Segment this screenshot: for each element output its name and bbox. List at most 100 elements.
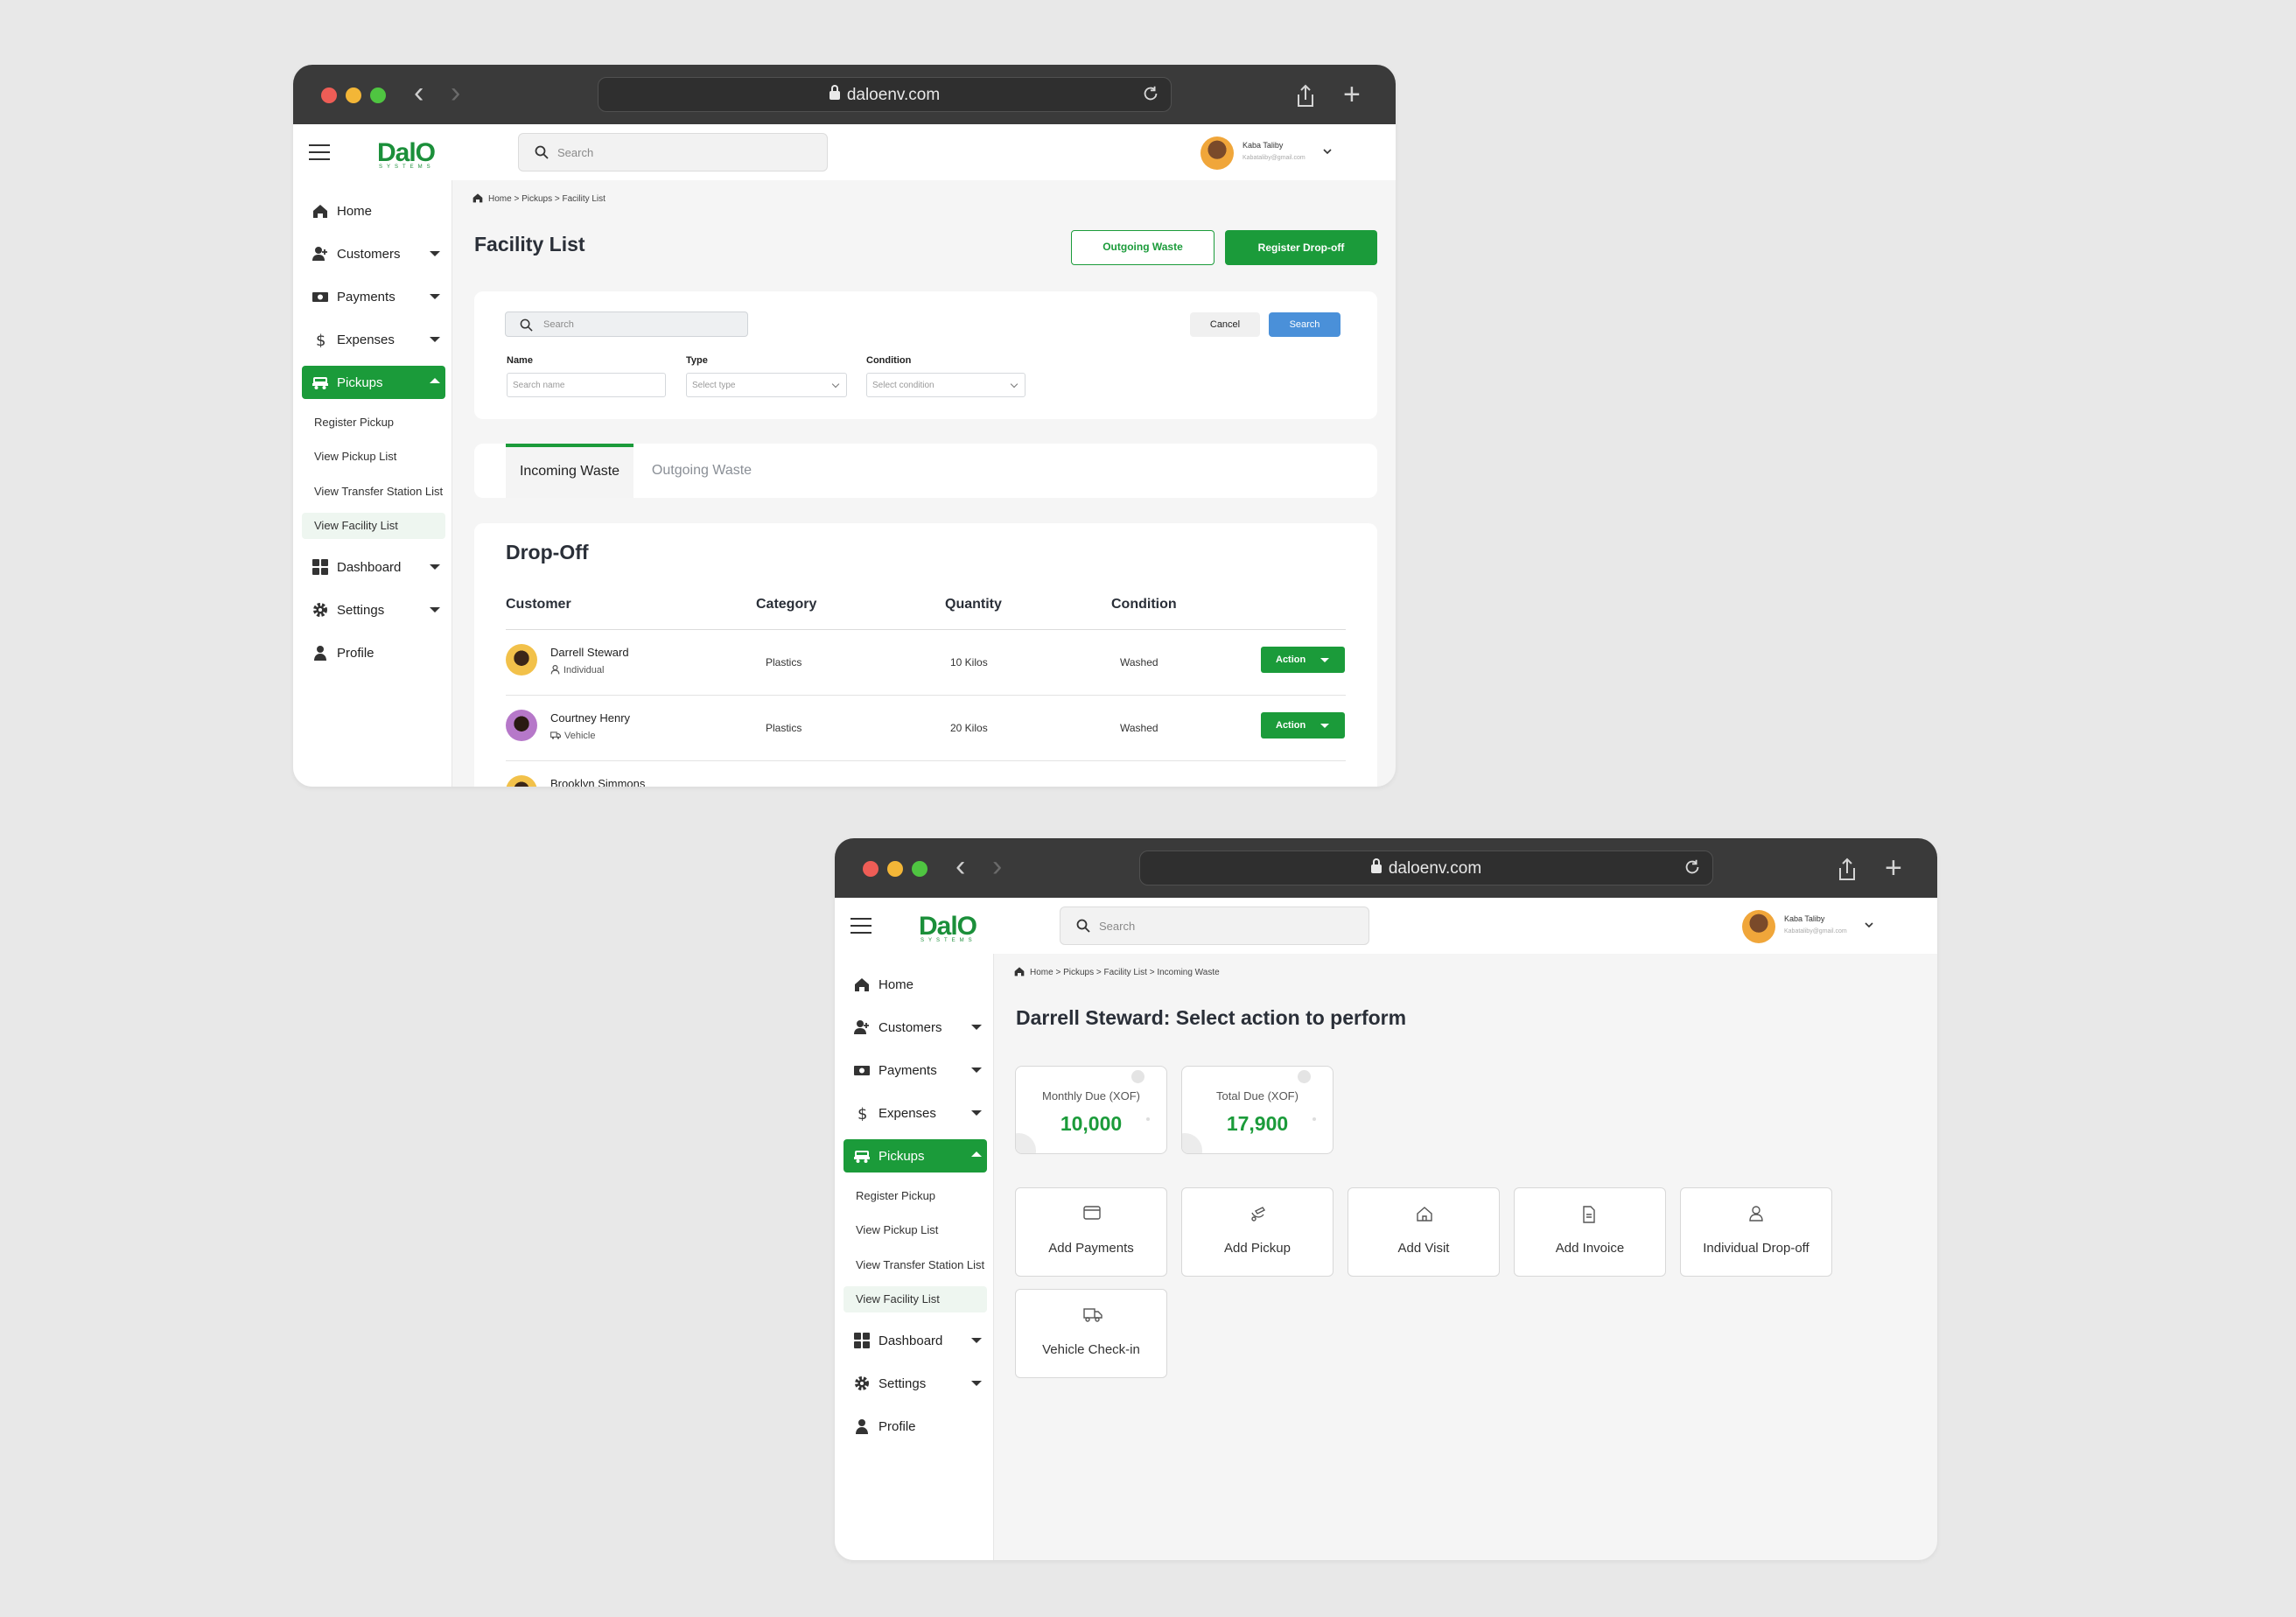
app-header: DalO SYSTEMS Search Kaba Taliby Kabatali…	[835, 898, 1937, 954]
filter-search-input[interactable]: Search	[505, 312, 748, 337]
individual-drop-off-card[interactable]: Individual Drop-off	[1680, 1187, 1832, 1277]
sidebar-item-dashboard[interactable]: Dashboard	[302, 550, 445, 584]
sidebar-item-settings[interactable]: Settings	[844, 1367, 987, 1400]
customer-type: Vehicle	[564, 731, 596, 741]
sidebar-subitem-view-pickup-list[interactable]: View Pickup List	[844, 1217, 987, 1243]
avatar[interactable]	[1742, 910, 1775, 943]
cancel-button[interactable]: Cancel	[1190, 312, 1260, 337]
condition-placeholder: Select condition	[872, 381, 934, 390]
menu-icon[interactable]	[309, 144, 330, 160]
new-tab-icon[interactable]: +	[1343, 77, 1361, 112]
category-cell: Plastics	[766, 656, 802, 668]
sidebar-item-payments[interactable]: Payments	[844, 1054, 987, 1087]
sidebar-subitem-view-pickup-list[interactable]: View Pickup List	[302, 444, 445, 470]
sidebar-item-expenses[interactable]: $ Expenses	[844, 1096, 987, 1130]
action-label: Add Pickup	[1224, 1241, 1291, 1256]
sidebar-subitem-view-transfer-station-list[interactable]: View Transfer Station List	[844, 1252, 987, 1278]
person-icon	[550, 665, 560, 675]
quantity-cell: 10 Kilos	[950, 656, 988, 668]
condition-select[interactable]: Select condition	[866, 373, 1026, 397]
sidebar-item-label: Home	[337, 204, 373, 219]
column-header-category: Category	[756, 597, 817, 612]
customer-name: Darrell Steward	[550, 646, 629, 659]
breadcrumb-text[interactable]: Home > Pickups > Facility List	[488, 194, 606, 204]
sidebar-item-label: Home	[878, 977, 914, 992]
document-icon	[1583, 1206, 1595, 1223]
menu-icon[interactable]	[850, 918, 872, 934]
sidebar-item-pickups[interactable]: Pickups	[302, 366, 445, 399]
action-label: Action	[1276, 654, 1306, 665]
back-arrow-icon[interactable]: ‹	[956, 849, 965, 884]
search-input[interactable]: Search	[1060, 906, 1369, 945]
add-pickup-card[interactable]: Add Pickup	[1181, 1187, 1334, 1277]
sidebar-item-label: Dashboard	[878, 1334, 943, 1348]
logo-subtitle: SYSTEMS	[920, 938, 976, 943]
new-tab-icon[interactable]: +	[1885, 850, 1902, 886]
reload-icon[interactable]	[1141, 84, 1160, 103]
filter-card: Search Cancel Search Name Type Condition…	[474, 291, 1377, 419]
back-arrow-icon[interactable]: ‹	[414, 75, 424, 110]
action-dropdown-button[interactable]: Action	[1261, 712, 1345, 738]
grid-icon	[854, 1333, 870, 1348]
avatar[interactable]	[1200, 136, 1234, 170]
sidebar-item-payments[interactable]: Payments	[302, 280, 445, 313]
sidebar-item-profile[interactable]: Profile	[844, 1410, 987, 1443]
sidebar-item-settings[interactable]: Settings	[302, 593, 445, 626]
name-field[interactable]: Search name	[507, 373, 666, 397]
action-dropdown-button[interactable]: Action	[1261, 647, 1345, 673]
forward-arrow-icon[interactable]: ›	[992, 849, 1002, 884]
sidebar-item-home[interactable]: Home	[844, 968, 987, 1001]
address-bar[interactable]: daloenv.com	[1139, 850, 1713, 886]
sidebar-item-label: Expenses	[337, 332, 395, 347]
sidebar-item-customers[interactable]: Customers	[302, 237, 445, 270]
add-visit-card[interactable]: Add Visit	[1348, 1187, 1500, 1277]
maximize-window-button[interactable]	[912, 861, 928, 877]
page-title: Darrell Steward: Select action to perfor…	[1016, 1006, 1407, 1029]
sidebar-subitem-register-pickup[interactable]: Register Pickup	[844, 1183, 987, 1209]
sidebar-item-customers[interactable]: Customers	[844, 1011, 987, 1044]
sidebar: Home Customers Payments $ Expenses Picku…	[835, 954, 994, 1560]
sidebar-item-pickups[interactable]: Pickups	[844, 1139, 987, 1172]
search-placeholder: Search	[557, 146, 594, 159]
user-add-icon	[312, 247, 327, 261]
user-email: Kabataliby@gmail.com	[1784, 928, 1847, 934]
share-icon[interactable]	[1295, 84, 1316, 108]
chevron-down-icon[interactable]	[1321, 145, 1334, 158]
sidebar-item-home[interactable]: Home	[302, 194, 445, 228]
register-drop-off-button[interactable]: Register Drop-off	[1225, 230, 1377, 265]
sidebar-item-label: Dashboard	[337, 560, 402, 575]
outgoing-waste-button[interactable]: Outgoing Waste	[1071, 230, 1214, 265]
condition-cell: Washed	[1120, 656, 1158, 668]
close-window-button[interactable]	[321, 88, 337, 103]
sidebar-item-expenses[interactable]: $ Expenses	[302, 323, 445, 356]
minimize-window-button[interactable]	[887, 861, 903, 877]
maximize-window-button[interactable]	[370, 88, 386, 103]
type-select[interactable]: Select type	[686, 373, 847, 397]
chevron-down-icon[interactable]	[1863, 919, 1875, 931]
search-button[interactable]: Search	[1269, 312, 1340, 337]
type-placeholder: Select type	[692, 381, 736, 390]
sidebar-subitem-view-facility-list[interactable]: View Facility List	[302, 513, 445, 539]
sidebar-subitem-view-transfer-station-list[interactable]: View Transfer Station List	[302, 479, 445, 505]
sidebar-subitem-register-pickup[interactable]: Register Pickup	[302, 410, 445, 436]
minimize-window-button[interactable]	[346, 88, 361, 103]
address-bar[interactable]: daloenv.com	[598, 77, 1172, 112]
avatar	[506, 775, 537, 787]
search-input[interactable]: Search	[518, 133, 828, 172]
tab-incoming-waste[interactable]: Incoming Waste	[506, 444, 634, 498]
close-window-button[interactable]	[863, 861, 878, 877]
sidebar-subitem-view-facility-list[interactable]: View Facility List	[844, 1286, 987, 1312]
reload-icon[interactable]	[1683, 858, 1702, 877]
breadcrumb-text[interactable]: Home > Pickups > Facility List > Incomin…	[1030, 968, 1220, 977]
sidebar-item-label: Expenses	[878, 1106, 936, 1121]
forward-arrow-icon[interactable]: ›	[451, 75, 460, 110]
share-icon[interactable]	[1837, 858, 1858, 882]
sidebar-item-dashboard[interactable]: Dashboard	[844, 1324, 987, 1357]
tab-outgoing-waste[interactable]: Outgoing Waste	[634, 444, 770, 498]
house-icon	[1417, 1207, 1432, 1222]
add-payments-card[interactable]: Add Payments	[1015, 1187, 1167, 1277]
sidebar-item-profile[interactable]: Profile	[302, 636, 445, 669]
vehicle-check-in-card[interactable]: Vehicle Check-in	[1015, 1289, 1167, 1378]
add-invoice-card[interactable]: Add Invoice	[1514, 1187, 1666, 1277]
user-name: Kaba Taliby	[1784, 914, 1825, 923]
